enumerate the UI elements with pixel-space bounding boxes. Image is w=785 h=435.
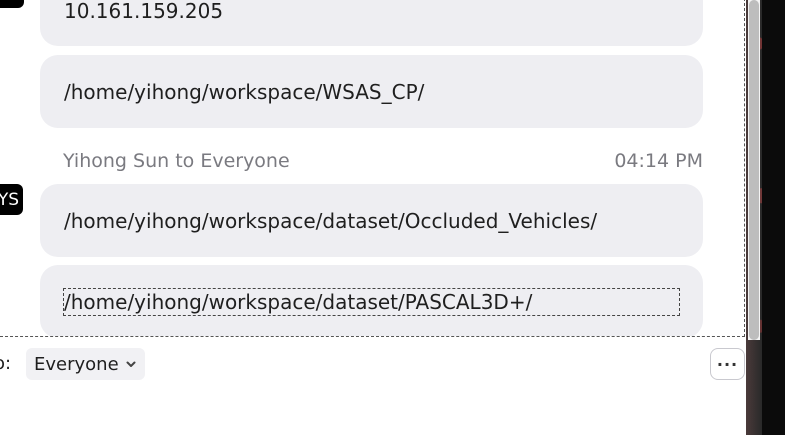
message-text: /home/yihong/workspace/dataset/Occluded_… (64, 208, 598, 233)
avatar: YS (0, 184, 23, 215)
chat-messages-list[interactable]: 10.161.159.205 /home/yihong/workspace/WS… (0, 0, 745, 337)
sender-name: Yihong Sun to Everyone (63, 150, 290, 172)
message-text[interactable]: /home/yihong/workspace/dataset/PASCAL3D+… (63, 287, 680, 316)
more-options-button[interactable]: ··· (710, 348, 745, 380)
recipient-label: o: (0, 353, 12, 374)
chat-panel: 10.161.159.205 /home/yihong/workspace/WS… (0, 0, 760, 435)
message-bubble[interactable]: 10.161.159.205 (40, 0, 703, 46)
message-sender-header: Yihong Sun to Everyone 04:14 PM (63, 150, 703, 172)
chevron-down-icon (126, 361, 136, 367)
message-bubble[interactable]: /home/yihong/workspace/dataset/PASCAL3D+… (40, 265, 703, 336)
message-bubble[interactable]: /home/yihong/workspace/dataset/Occluded_… (40, 184, 703, 257)
chat-scrollbar[interactable] (748, 0, 760, 340)
recipient-value: Everyone (34, 353, 119, 375)
message-bubble[interactable]: /home/yihong/workspace/WSAS_CP/ (40, 55, 703, 128)
message-text: /home/yihong/workspace/WSAS_CP/ (64, 79, 425, 104)
more-options-icon: ··· (716, 354, 739, 374)
avatar-initials: YS (0, 189, 19, 210)
chat-scrollbar-thumb[interactable] (749, 0, 759, 340)
chat-composer: o: Everyone ··· (0, 340, 746, 435)
recipient-select[interactable]: Everyone (26, 348, 145, 380)
message-text: 10.161.159.205 (64, 0, 224, 23)
background-black-edge (762, 0, 785, 435)
avatar (0, 0, 24, 8)
message-timestamp: 04:14 PM (614, 150, 703, 172)
